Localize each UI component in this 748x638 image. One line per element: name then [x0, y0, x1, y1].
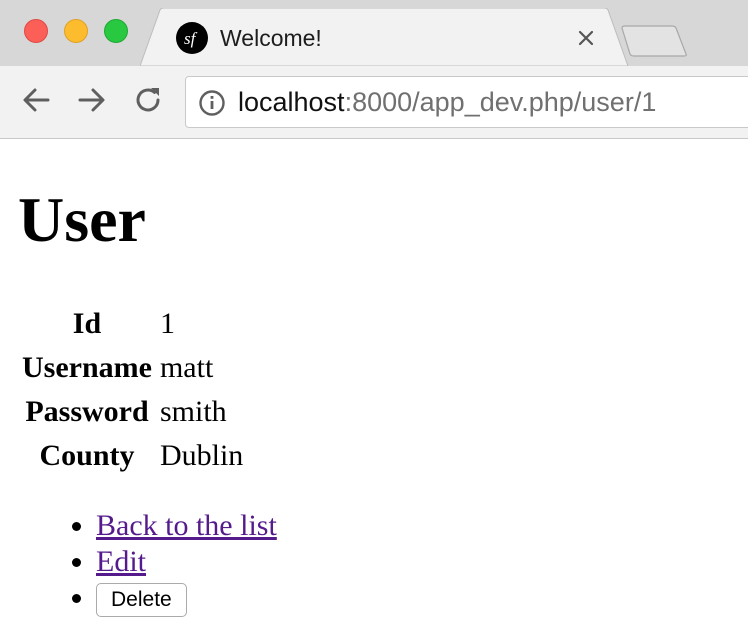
browser-toolbar: localhost:8000/app_dev.php/user/1	[0, 66, 748, 139]
back-to-list-link[interactable]: Back to the list	[96, 509, 277, 542]
close-window-button[interactable]	[24, 19, 48, 43]
field-label-county: County	[39, 439, 135, 472]
active-tab[interactable]	[140, 8, 630, 66]
address-bar[interactable]: localhost:8000/app_dev.php/user/1	[185, 76, 748, 128]
svg-text:sf: sf	[184, 29, 198, 48]
list-item: Edit	[96, 544, 277, 580]
forward-arrow-icon[interactable]	[76, 84, 108, 116]
field-value-password: smith	[159, 395, 227, 428]
list-item: Delete	[96, 580, 277, 618]
reload-icon[interactable]	[132, 84, 164, 116]
field-label-id: Id	[72, 307, 102, 340]
maximize-window-button[interactable]	[104, 19, 128, 43]
tab-strip: sf Welcome!	[0, 0, 748, 66]
field-label-username: Username	[22, 351, 152, 384]
url-text[interactable]: localhost:8000/app_dev.php/user/1	[238, 77, 656, 129]
symfony-logo-icon: sf	[176, 22, 208, 54]
new-tab-button[interactable]	[620, 24, 690, 58]
field-value-id: 1	[159, 307, 175, 340]
field-value-county: Dublin	[159, 439, 244, 472]
table-row: Username matt	[22, 348, 243, 388]
user-details-table: Id 1 Username matt Password smith County…	[18, 300, 247, 480]
delete-button[interactable]: Delete	[96, 583, 187, 618]
minimize-window-button[interactable]	[64, 19, 88, 43]
table-row: Password smith	[22, 392, 243, 432]
actions-list: Back to the list Edit Delete	[58, 508, 277, 618]
url-path: :8000/app_dev.php/user/1	[344, 87, 657, 117]
table-row: Id 1	[22, 304, 243, 344]
url-host: localhost	[238, 87, 345, 117]
page-title: User	[18, 184, 146, 255]
back-arrow-icon[interactable]	[20, 84, 52, 116]
field-value-username: matt	[159, 351, 214, 384]
list-item: Back to the list	[96, 508, 277, 544]
field-label-password: Password	[25, 395, 149, 428]
tab-title: Welcome!	[220, 25, 322, 51]
close-icon[interactable]	[574, 26, 598, 50]
table-row: County Dublin	[22, 436, 243, 476]
edit-link[interactable]: Edit	[96, 545, 146, 578]
info-icon[interactable]	[198, 89, 226, 117]
page-content: User Id 1 Username matt Password smith C…	[0, 140, 748, 638]
